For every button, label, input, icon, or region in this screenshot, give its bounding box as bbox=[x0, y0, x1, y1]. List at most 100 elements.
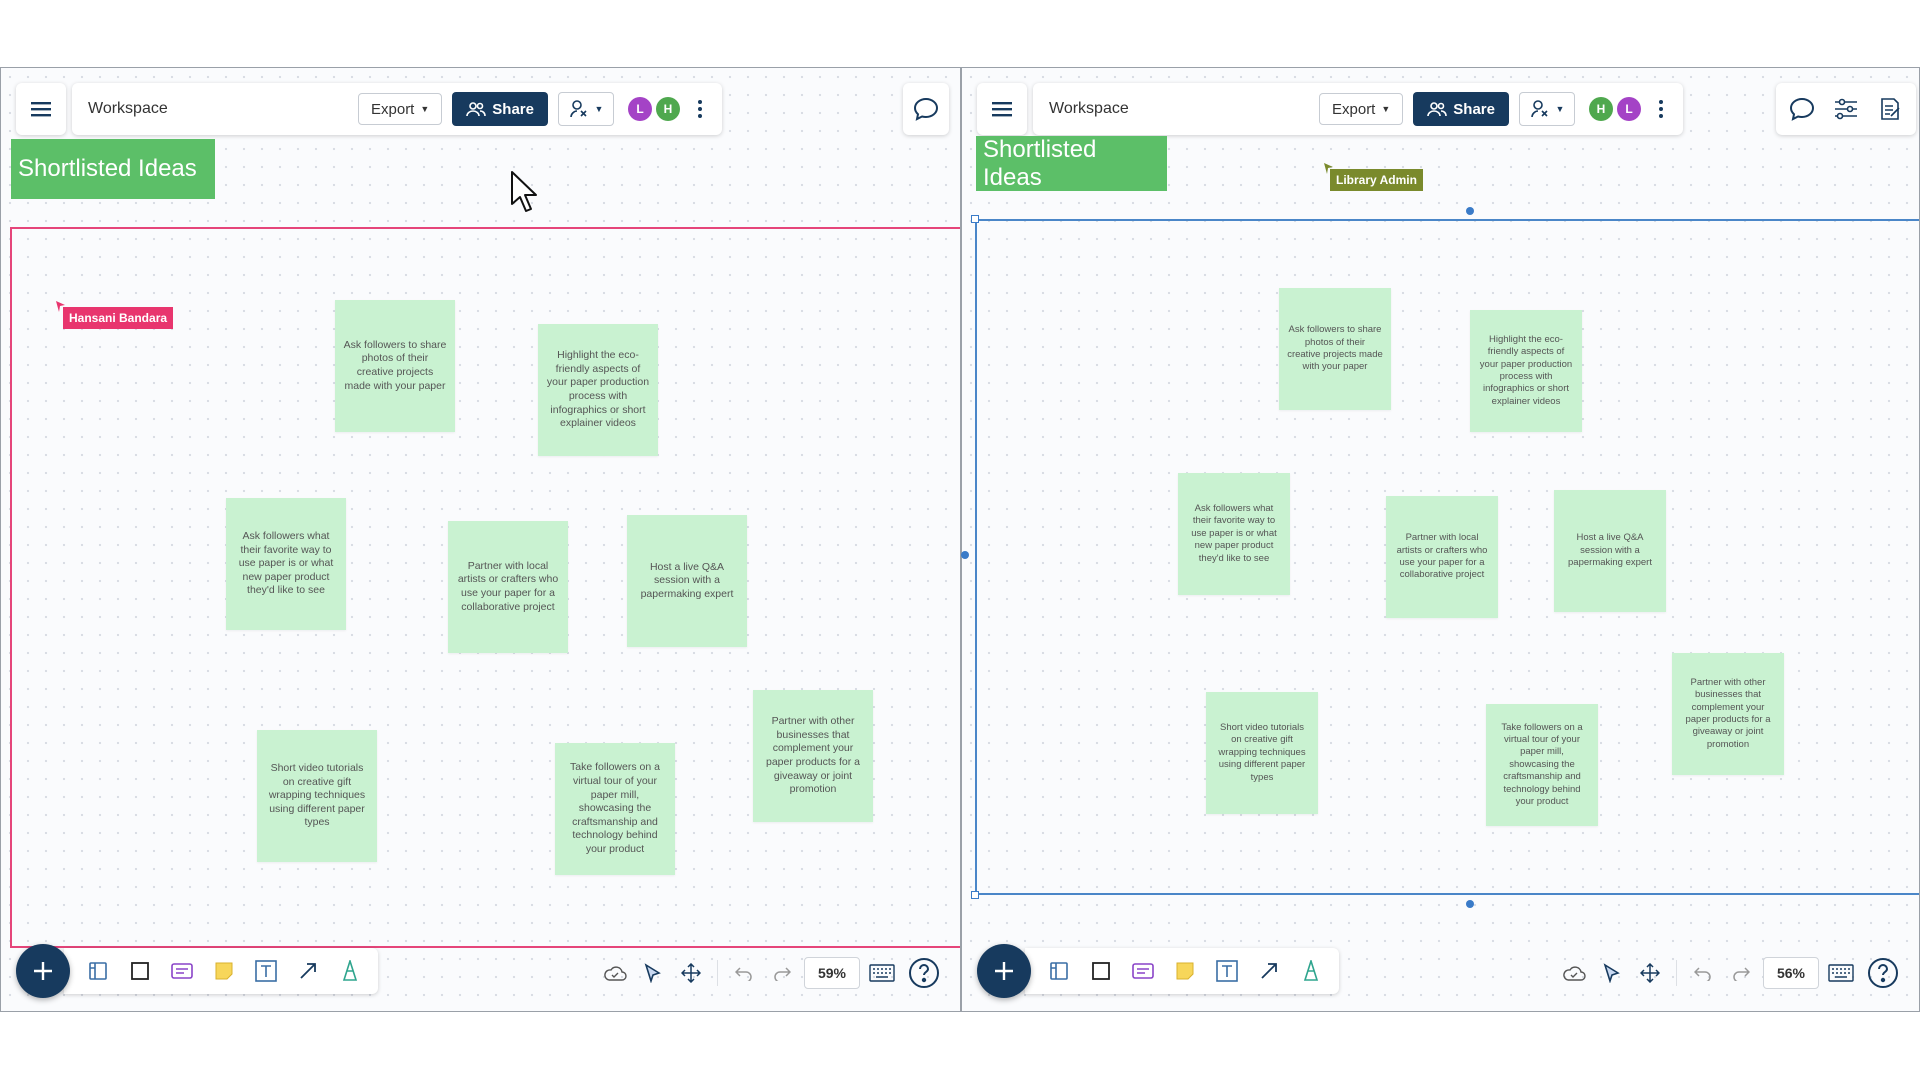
sticky-note[interactable]: Host a live Q&A session with a papermaki… bbox=[627, 515, 747, 647]
template-icon bbox=[1050, 962, 1068, 980]
menu-button[interactable] bbox=[977, 83, 1027, 135]
help-button[interactable] bbox=[1863, 955, 1903, 991]
side-tools-bar bbox=[1776, 83, 1916, 135]
card-tool[interactable] bbox=[1125, 953, 1161, 989]
sticky-note[interactable]: Ask followers what their favorite way to… bbox=[1178, 473, 1290, 595]
sticky-note[interactable]: Partner with local artists or crafters w… bbox=[1386, 496, 1498, 618]
shape-tool[interactable] bbox=[1083, 953, 1119, 989]
redo-button[interactable] bbox=[766, 955, 798, 991]
resize-handle-bottom[interactable] bbox=[1466, 900, 1474, 908]
sticky-note[interactable]: Short video tutorials on creative gift w… bbox=[1206, 692, 1318, 814]
share-button[interactable]: Share bbox=[452, 92, 548, 126]
undo-button[interactable] bbox=[1687, 955, 1719, 991]
resize-handle-bottom-left[interactable] bbox=[971, 891, 979, 899]
sticky-note[interactable]: Partner with other businesses that compl… bbox=[753, 690, 873, 822]
sticky-note[interactable]: Ask followers what their favorite way to… bbox=[226, 498, 346, 630]
select-tool[interactable] bbox=[637, 955, 669, 991]
more-options-button[interactable] bbox=[1651, 92, 1671, 126]
sticky-note[interactable]: Highlight the eco-friendly aspects of yo… bbox=[1470, 310, 1582, 432]
right-tools bbox=[903, 83, 949, 135]
view-toolbar: 59% bbox=[599, 949, 944, 997]
avatar[interactable]: L bbox=[1616, 97, 1641, 121]
add-button[interactable] bbox=[16, 944, 70, 998]
frame-title[interactable]: Shortlisted Ideas bbox=[11, 139, 215, 199]
avatar[interactable]: L bbox=[627, 97, 652, 121]
help-button[interactable] bbox=[904, 955, 944, 991]
export-button[interactable]: Export ▼ bbox=[358, 93, 443, 125]
card-tool[interactable] bbox=[164, 953, 200, 989]
text-tool[interactable] bbox=[1209, 953, 1245, 989]
template-tool[interactable] bbox=[80, 953, 116, 989]
pen-tool[interactable] bbox=[1293, 953, 1329, 989]
sticky-note[interactable]: Short video tutorials on creative gift w… bbox=[257, 730, 377, 862]
pan-tool[interactable] bbox=[675, 955, 707, 991]
undo-icon bbox=[735, 967, 752, 981]
settings-button[interactable] bbox=[1826, 89, 1866, 129]
pen-icon bbox=[1303, 960, 1319, 981]
workspace-name[interactable]: Workspace bbox=[88, 100, 348, 118]
keyboard-shortcuts-button[interactable] bbox=[1825, 955, 1857, 991]
remote-cursor-label: Hansani Bandara bbox=[63, 307, 174, 329]
right-board-canvas[interactable]: Workspace Export ▼ Share ▼ H L Shortlist… bbox=[961, 67, 1920, 1012]
presenter-icon bbox=[569, 100, 587, 118]
sticky-note[interactable]: Take followers on a virtual tour of your… bbox=[555, 743, 675, 875]
sticky-note[interactable]: Take followers on a virtual tour of your… bbox=[1486, 704, 1598, 826]
remote-cursor-label: Library Admin bbox=[1330, 169, 1423, 191]
presentation-mode-button[interactable]: ▼ bbox=[1518, 92, 1575, 126]
sticky-note[interactable]: Highlight the eco-friendly aspects of yo… bbox=[538, 324, 658, 456]
pan-tool[interactable] bbox=[1634, 955, 1666, 991]
sticky-note[interactable]: Partner with other businesses that compl… bbox=[1672, 653, 1784, 775]
move-icon bbox=[1640, 963, 1660, 983]
add-button[interactable] bbox=[977, 944, 1031, 998]
card-icon bbox=[1132, 963, 1154, 979]
export-button[interactable]: Export ▼ bbox=[1319, 93, 1404, 125]
select-tool[interactable] bbox=[1596, 955, 1628, 991]
sticky-note[interactable]: Ask followers to share photos of their c… bbox=[335, 300, 455, 432]
presenter-icon bbox=[1530, 100, 1548, 118]
share-button[interactable]: Share bbox=[1413, 92, 1509, 126]
sticky-note-tool[interactable] bbox=[1167, 953, 1203, 989]
connector-tool[interactable] bbox=[290, 953, 326, 989]
zoom-level[interactable]: 59% bbox=[804, 957, 860, 989]
zoom-level[interactable]: 56% bbox=[1763, 957, 1819, 989]
redo-button[interactable] bbox=[1725, 955, 1757, 991]
creation-toolbar bbox=[977, 944, 1339, 998]
connector-tool[interactable] bbox=[1251, 953, 1287, 989]
sticky-note[interactable]: Ask followers to share photos of their c… bbox=[1279, 288, 1391, 410]
resize-handle-top-left[interactable] bbox=[971, 215, 979, 223]
sticky-note-tool[interactable] bbox=[206, 953, 242, 989]
sticky-note[interactable]: Partner with local artists or crafters w… bbox=[448, 521, 568, 653]
arrow-icon bbox=[300, 963, 316, 979]
keyboard-shortcuts-button[interactable] bbox=[866, 955, 898, 991]
shape-tool[interactable] bbox=[122, 953, 158, 989]
cloud-sync-button[interactable] bbox=[599, 955, 631, 991]
tool-tray bbox=[64, 948, 378, 994]
export-label: Export bbox=[1332, 100, 1376, 118]
more-options-button[interactable] bbox=[690, 92, 710, 126]
presentation-mode-button[interactable]: ▼ bbox=[557, 92, 614, 126]
mouse-pointer-icon bbox=[511, 171, 537, 212]
caret-down-icon: ▼ bbox=[1555, 104, 1565, 114]
comments-button[interactable] bbox=[1782, 89, 1822, 129]
template-tool[interactable] bbox=[1041, 953, 1077, 989]
sticky-note[interactable]: Host a live Q&A session with a papermaki… bbox=[1554, 490, 1666, 612]
tool-tray bbox=[1025, 948, 1339, 994]
left-board-canvas[interactable]: Workspace Export ▼ Share ▼ L H Shortlist… bbox=[0, 67, 961, 1012]
workspace-name[interactable]: Workspace bbox=[1049, 100, 1309, 118]
view-toolbar: 56% bbox=[1558, 949, 1903, 997]
pointer-icon bbox=[1603, 963, 1620, 983]
notes-button[interactable] bbox=[1870, 89, 1910, 129]
comments-button[interactable] bbox=[903, 83, 949, 135]
frame-title[interactable]: Shortlisted Ideas bbox=[976, 136, 1167, 191]
cloud-sync-icon bbox=[1563, 966, 1586, 981]
split-divider-handle[interactable] bbox=[961, 551, 969, 559]
avatar[interactable]: H bbox=[1588, 97, 1613, 121]
avatar[interactable]: H bbox=[655, 97, 680, 121]
pen-tool[interactable] bbox=[332, 953, 368, 989]
sticky-note-icon bbox=[215, 962, 233, 980]
undo-button[interactable] bbox=[728, 955, 760, 991]
cloud-sync-button[interactable] bbox=[1558, 955, 1590, 991]
rotate-handle[interactable] bbox=[1466, 207, 1474, 215]
menu-button[interactable] bbox=[16, 83, 66, 135]
text-tool[interactable] bbox=[248, 953, 284, 989]
